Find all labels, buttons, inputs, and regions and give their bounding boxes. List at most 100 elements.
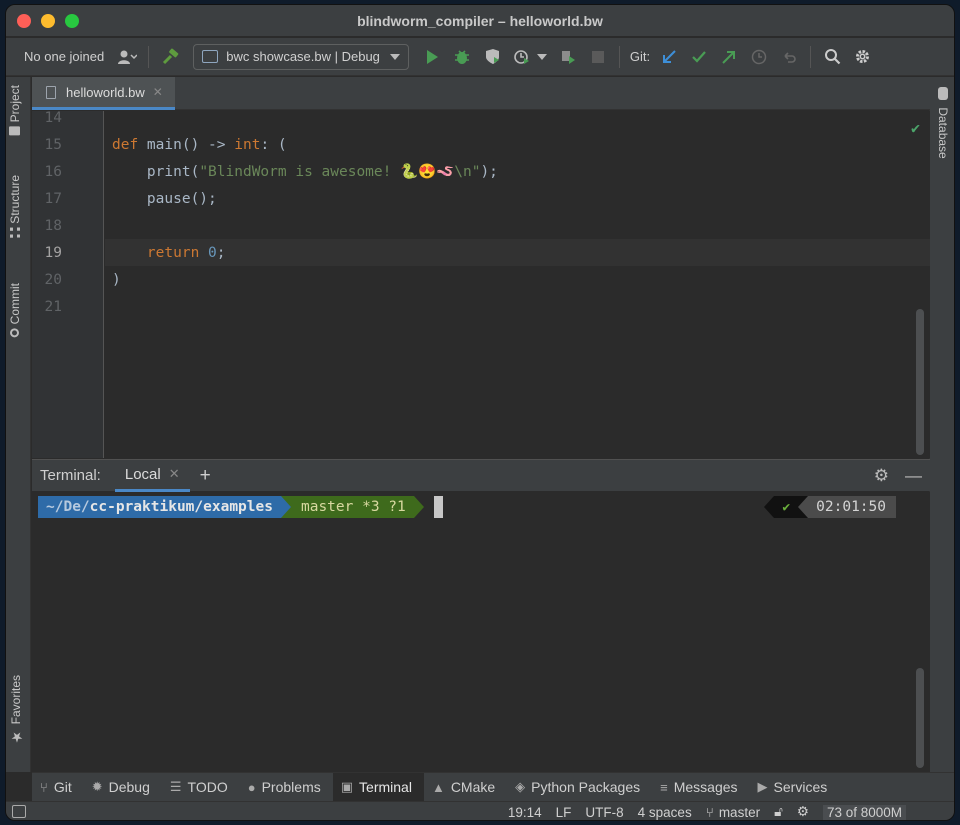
code-editor[interactable]: 14 15 def main() -> int: ( 16 print("Bli… xyxy=(32,111,930,458)
debug-bug-icon[interactable] xyxy=(451,46,473,68)
messages-icon: ≡ xyxy=(660,779,668,795)
commit-icon xyxy=(10,328,20,338)
project-tool-tab[interactable]: Project xyxy=(8,85,22,136)
main-toolbar: No one joined bwc showcase.bw | Debug Gi… xyxy=(6,38,954,76)
structure-icon xyxy=(10,227,20,238)
warning-icon: ● xyxy=(247,779,256,795)
terminal-icon: ▣ xyxy=(340,779,354,794)
toolwindow-label: Python Packages xyxy=(531,779,641,795)
git-push-arrow-icon[interactable] xyxy=(718,46,740,68)
toolbar-separator xyxy=(810,45,812,68)
gear-cloud-icon[interactable]: ⚙ xyxy=(797,804,809,820)
terminal-cursor xyxy=(433,496,443,518)
toolwindow-label: Terminal xyxy=(359,779,412,795)
profiler-icon[interactable] xyxy=(511,46,533,68)
toolwindow-cmake[interactable]: ▲ CMake xyxy=(424,773,507,802)
search-icon[interactable] xyxy=(821,46,843,68)
toolwindow-terminal[interactable]: ▣ Terminal xyxy=(332,772,424,802)
toolwindow-messages[interactable]: ≡ Messages xyxy=(652,773,749,802)
toolwindow-label: Services xyxy=(773,779,828,795)
right-prompt: ✔ 02:01:50 xyxy=(764,496,896,518)
database-tool-tab[interactable]: Database xyxy=(936,87,950,159)
new-terminal-plus-icon[interactable]: + xyxy=(200,465,211,487)
right-tool-strip: Database xyxy=(929,77,954,772)
run-icon[interactable] xyxy=(421,46,443,68)
terminal-tab-label: Local xyxy=(124,465,161,483)
rollback-icon[interactable] xyxy=(778,46,800,68)
file-encoding[interactable]: UTF-8 xyxy=(585,805,623,820)
structure-tool-tab[interactable]: Structure xyxy=(8,175,22,238)
indent-setting[interactable]: 4 spaces xyxy=(638,805,692,820)
file-icon xyxy=(46,85,56,99)
editor-scrollbar[interactable] xyxy=(916,309,924,455)
toggle-tool-windows-icon[interactable] xyxy=(12,805,26,818)
stop-icon[interactable] xyxy=(587,46,609,68)
toolwindow-python-packages[interactable]: ◈ Python Packages xyxy=(507,773,652,802)
list-icon: ☰ xyxy=(169,779,182,794)
terminal-title: Terminal: xyxy=(40,467,101,484)
code-line: 20 ) xyxy=(32,266,930,293)
cmake-icon: ▲ xyxy=(431,779,445,795)
toolwindow-todo[interactable]: ☰ TODO xyxy=(162,773,240,802)
commit-tool-tab[interactable]: Commit xyxy=(8,283,22,338)
line-number: 18 xyxy=(44,217,62,234)
toolwindow-label: Problems xyxy=(261,779,321,795)
git-label: Git: xyxy=(629,49,651,64)
settings-gear-icon[interactable] xyxy=(851,46,873,68)
close-terminal-tab-icon[interactable]: ✕ xyxy=(169,466,180,482)
bug-icon: ✹ xyxy=(91,779,103,794)
editor-tab-helloworld[interactable]: helloworld.bw ✕ xyxy=(32,77,175,110)
memory-indicator[interactable]: 73 of 8000M xyxy=(822,804,906,820)
code-line: 21 xyxy=(32,293,930,320)
favorites-tool-tab[interactable]: ★ Favorites xyxy=(8,675,24,744)
line-number: 20 xyxy=(44,271,62,288)
powerline-separator xyxy=(764,496,775,518)
code-line: 19 return 0; xyxy=(32,239,930,266)
ide-window: blindworm_compiler – helloworld.bw No on… xyxy=(5,4,955,821)
database-tab-label: Database xyxy=(936,107,950,159)
line-number: 14 xyxy=(44,111,62,126)
close-tab-icon[interactable]: ✕ xyxy=(153,85,163,99)
toolwindow-services[interactable]: ▶ Services xyxy=(750,773,840,802)
chevron-down-icon xyxy=(389,53,400,60)
vcs-branch[interactable]: ⑂ master xyxy=(706,805,760,820)
run-config-select[interactable]: bwc showcase.bw | Debug xyxy=(193,43,409,70)
prompt-path-segment: ~/De/cc-praktikum/examples xyxy=(38,496,281,518)
favorites-tab-label: Favorites xyxy=(9,675,23,725)
collab-status: No one joined xyxy=(24,49,105,64)
code-text: ) xyxy=(112,271,121,288)
build-hammer-icon[interactable] xyxy=(159,46,181,68)
project-tab-label: Project xyxy=(8,85,22,123)
terminal-tab-local[interactable]: Local ✕ xyxy=(114,460,190,492)
line-number: 19 xyxy=(44,244,62,261)
toolwindow-git[interactable]: ⑂ Git xyxy=(32,773,84,802)
layers-icon: ◈ xyxy=(515,779,526,794)
git-commit-check-icon[interactable] xyxy=(688,46,710,68)
status-bar: 19:14 LF UTF-8 4 spaces ⑂ master 🔓︎ ⚙ 73… xyxy=(6,801,954,820)
more-run-options-chevron-icon[interactable] xyxy=(536,53,547,60)
git-branch-icon: ⑂ xyxy=(705,804,714,820)
code-line: 17 pause(); xyxy=(32,185,930,212)
hide-terminal-minimize-icon[interactable]: — xyxy=(905,466,922,486)
user-add-icon[interactable] xyxy=(116,46,138,68)
git-update-arrow-icon[interactable] xyxy=(658,46,680,68)
toolwindow-debug[interactable]: ✹ Debug xyxy=(84,773,162,802)
terminal-settings-gear-icon[interactable]: ⚙ xyxy=(874,466,889,486)
toolwindow-problems[interactable]: ● Problems xyxy=(240,773,333,802)
line-separator[interactable]: LF xyxy=(556,805,572,820)
attach-process-icon[interactable] xyxy=(557,46,579,68)
terminal-output[interactable]: ~/De/cc-praktikum/examples master *3 ?1 … xyxy=(32,492,930,772)
inspection-ok-check-icon[interactable]: ✔ xyxy=(911,119,920,137)
line-number: 17 xyxy=(44,190,62,207)
powerline-separator xyxy=(280,496,291,518)
coverage-shield-icon[interactable] xyxy=(481,46,503,68)
code-line: 16 print("BlindWorm is awesome! 🐍😍🪱\n"); xyxy=(32,158,930,185)
terminal-scrollbar[interactable] xyxy=(916,668,924,768)
code-line: 15 def main() -> int: ( xyxy=(32,131,930,158)
code-line: 14 xyxy=(32,111,930,131)
unlock-icon[interactable]: 🔓︎ xyxy=(774,804,783,820)
caret-position[interactable]: 19:14 xyxy=(508,805,542,820)
toolwindow-label: CMake xyxy=(450,779,496,795)
star-icon: ★ xyxy=(8,728,24,745)
history-clock-icon[interactable] xyxy=(748,46,770,68)
